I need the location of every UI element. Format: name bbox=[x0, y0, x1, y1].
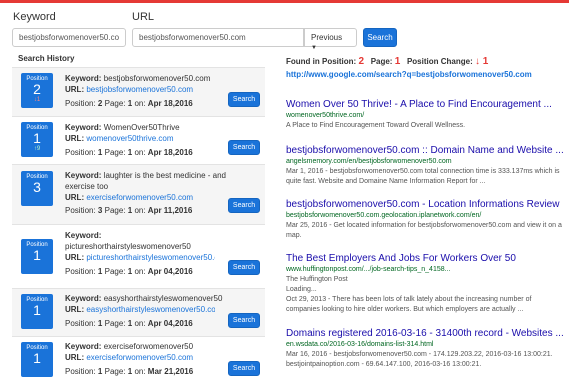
history-url-link[interactable]: bestjobsforwomenover50.com bbox=[86, 85, 193, 94]
search-result: Domains registered 2016-03-16 - 31400th … bbox=[286, 328, 564, 370]
position-badge-number: 1 bbox=[33, 247, 41, 263]
result-url: www.huffingtonpost.com/.../job-search-ti… bbox=[286, 266, 451, 273]
history-search-button[interactable]: Search bbox=[228, 361, 260, 376]
position-badge: Position 1 bbox=[21, 239, 53, 274]
history-url: URL: easyshorthairstyleswomenover50.com bbox=[65, 304, 215, 315]
found-summary: Found in Position: 2 Page: 1 Position Ch… bbox=[286, 56, 489, 67]
history-item: Position 1 ↑9 Keyword: WomenOver50Thrive… bbox=[12, 116, 265, 164]
result-snippet: Mar 16, 2016 - bestjobsforwomenover50.co… bbox=[286, 351, 553, 368]
history-meta: Position: 2 Page: 1 on: Apr 18,2016 bbox=[65, 99, 193, 108]
history-url: URL: exerciseforwomenover50.com bbox=[65, 353, 194, 362]
history-keyword: Keyword: WomenOver50Thrive bbox=[65, 123, 180, 132]
position-badge: Position 1 ↑9 bbox=[21, 122, 53, 157]
found-position-change: ↓ 1 bbox=[474, 56, 489, 67]
result-snippet: A Place to Find Encouragement Toward Ove… bbox=[286, 122, 466, 129]
position-badge-number: 2 bbox=[33, 81, 41, 97]
previous-dropdown[interactable]: Previous ▼ bbox=[304, 28, 357, 51]
history-url: URL: pictureshorthairstyleswomenover50.c… bbox=[65, 252, 215, 263]
search-result: bestjobsforwomenover50.com - Location In… bbox=[286, 199, 564, 241]
history-meta: Position: 1 Page: 1 on: Apr 04,2016 bbox=[65, 319, 193, 328]
google-search-link[interactable]: http://www.google.com/search?q=bestjobsf… bbox=[286, 70, 532, 79]
history-url-link[interactable]: pictureshorthairstyleswomenover50.com bbox=[86, 253, 215, 262]
result-title-link[interactable]: The Best Employers And Jobs For Workers … bbox=[286, 253, 564, 265]
result-url: bestjobsforwomenover50.com.geolocation.i… bbox=[286, 212, 482, 219]
history-meta: Position: 1 Page: 1 on: Mar 21,2016 bbox=[65, 367, 194, 376]
history-keyword: Keyword: easyshorthairstyleswomenover50 bbox=[65, 294, 223, 303]
history-item: Position 2 ↓1 Keyword: bestjobsforwomeno… bbox=[12, 67, 265, 116]
history-item: Position 1 Keyword: pictureshorthairstyle… bbox=[12, 224, 265, 288]
keyword-input[interactable] bbox=[12, 28, 126, 47]
result-snippet: Oct 29, 2013 - There has been lots of ta… bbox=[286, 296, 532, 313]
position-badge: Position 1 bbox=[21, 342, 53, 377]
found-page: 1 bbox=[394, 56, 401, 67]
search-result: Women Over 50 Thrive! - A Place to Find … bbox=[286, 99, 564, 131]
top-accent-bar bbox=[0, 0, 569, 3]
history-keyword: Keyword: pictureshorthairstyleswomenover5… bbox=[65, 231, 191, 251]
result-url: angelsmemory.com/en/bestjobsforwomenover… bbox=[286, 158, 452, 165]
history-keyword: Keyword: exerciseforwomenover50 bbox=[65, 342, 194, 351]
result-title-link[interactable]: Women Over 50 Thrive! - A Place to Find … bbox=[286, 99, 564, 111]
position-badge-number: 3 bbox=[33, 179, 41, 195]
history-url-link[interactable]: exerciseforwomenover50.com bbox=[86, 353, 193, 362]
url-input[interactable] bbox=[132, 28, 304, 47]
keyword-label: Keyword bbox=[13, 11, 56, 23]
position-badge-number: 1 bbox=[33, 350, 41, 366]
history-meta: Position: 1 Page: 1 on: Apr 04,2016 bbox=[65, 267, 193, 276]
history-meta: Position: 3 Page: 1 on: Apr 11,2016 bbox=[65, 206, 193, 215]
history-url-link[interactable]: exerciseforwomenover50.com bbox=[86, 193, 193, 202]
result-url: en.wsdata.co/2016-03-16/domains-list-314… bbox=[286, 341, 434, 348]
previous-label: Previous bbox=[311, 33, 343, 42]
position-badge-number: 1 bbox=[33, 302, 41, 318]
result-loading: Loading... bbox=[286, 286, 317, 293]
search-result: The Best Employers And Jobs For Workers … bbox=[286, 253, 564, 315]
position-badge: Position 3 bbox=[21, 171, 53, 206]
history-url: URL: bestjobsforwomenover50.com bbox=[65, 85, 194, 94]
result-source: The Huffington Post bbox=[286, 276, 348, 283]
history-search-button[interactable]: Search bbox=[228, 92, 260, 107]
search-history-title: Search History bbox=[18, 54, 75, 63]
position-change: ↑9 bbox=[33, 146, 41, 152]
history-url: URL: womenover50thrive.com bbox=[65, 134, 174, 143]
position-badge: Position 2 ↓1 bbox=[21, 73, 53, 108]
history-search-button[interactable]: Search bbox=[228, 140, 260, 155]
search-button[interactable]: Search bbox=[363, 28, 397, 47]
history-item: Position 1 Keyword: exerciseforwomenover… bbox=[12, 336, 265, 384]
history-meta: Position: 1 Page: 1 on: Apr 18,2016 bbox=[65, 148, 193, 157]
history-url-link[interactable]: easyshorthairstyleswomenover50.com bbox=[86, 305, 215, 314]
url-label: URL bbox=[132, 11, 155, 23]
position-change: ↓1 bbox=[33, 97, 41, 103]
result-title-link[interactable]: bestjobsforwomenover50.com :: Domain Nam… bbox=[286, 145, 564, 157]
history-search-button[interactable]: Search bbox=[228, 313, 260, 328]
history-url: URL: exerciseforwomenover50.com bbox=[65, 193, 194, 202]
result-snippet: Mar 1, 2016 - bestjobsforwomenover50.com… bbox=[286, 168, 560, 185]
position-badge: Position 1 bbox=[21, 294, 53, 329]
history-search-button[interactable]: Search bbox=[228, 260, 260, 275]
result-url: womenover50thrive.com/ bbox=[286, 112, 365, 119]
history-search-button[interactable]: Search bbox=[228, 198, 260, 213]
history-keyword: Keyword: laughter is the best medicine -… bbox=[65, 171, 226, 191]
position-badge-number: 1 bbox=[33, 130, 41, 146]
found-position: 2 bbox=[358, 56, 365, 67]
history-item: Position 3 Keyword: laughter is the best… bbox=[12, 164, 265, 224]
search-result: bestjobsforwomenover50.com :: Domain Nam… bbox=[286, 145, 564, 187]
history-keyword: Keyword: bestjobsforwomenover50.com bbox=[65, 74, 211, 83]
result-snippet: Mar 25, 2016 - Get located information f… bbox=[286, 222, 562, 239]
caret-down-icon: ▼ bbox=[311, 45, 317, 51]
history-url-link[interactable]: womenover50thrive.com bbox=[86, 134, 173, 143]
history-item: Position 1 Keyword: easyshorthairstylesw… bbox=[12, 288, 265, 336]
result-title-link[interactable]: bestjobsforwomenover50.com - Location In… bbox=[286, 199, 564, 211]
result-title-link[interactable]: Domains registered 2016-03-16 - 31400th … bbox=[286, 328, 564, 340]
